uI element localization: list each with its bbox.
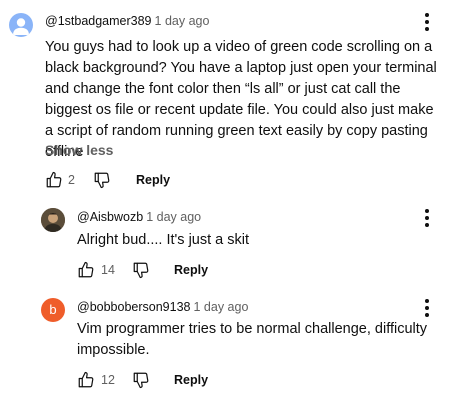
thumbs-down-icon[interactable] bbox=[132, 261, 150, 279]
comment-author[interactable]: @1stbadgamer389 bbox=[45, 14, 152, 28]
person-silhouette-icon bbox=[13, 18, 29, 35]
reply-button[interactable]: Reply bbox=[174, 370, 208, 390]
more-vert-icon[interactable] bbox=[424, 13, 430, 31]
reply-comment: @Aisbwozb 1 day ago Alright bud.... It's … bbox=[0, 200, 452, 290]
avatar[interactable]: b bbox=[41, 298, 65, 322]
comment-header: @1stbadgamer389 1 day ago bbox=[45, 13, 209, 29]
comment-author[interactable]: @bobboberson9138 bbox=[77, 300, 190, 314]
thumbs-up-icon[interactable] bbox=[77, 371, 95, 389]
avatar[interactable] bbox=[41, 208, 65, 232]
comment-header: @bobboberson9138 1 day ago bbox=[77, 299, 248, 315]
comment-text: Alright bud.... It's just a skit bbox=[77, 232, 250, 248]
thumbs-up-icon[interactable] bbox=[77, 261, 95, 279]
like-count: 14 bbox=[101, 263, 115, 277]
comment-timestamp[interactable]: 1 day ago bbox=[146, 210, 201, 224]
comment-actions: 12 Reply bbox=[77, 370, 277, 390]
avatar-photo bbox=[41, 208, 65, 232]
thumbs-down-icon[interactable] bbox=[132, 371, 150, 389]
thumbs-down-icon[interactable] bbox=[93, 171, 111, 189]
comment-thread: @1stbadgamer389 1 day ago You guys had to… bbox=[0, 0, 452, 200]
comment-actions: 14 Reply bbox=[77, 260, 277, 280]
reply-comment: b @bobboberson9138 1 day ago Vim programm… bbox=[0, 290, 452, 396]
thumbs-up-icon[interactable] bbox=[45, 171, 63, 189]
more-vert-icon[interactable] bbox=[424, 209, 430, 227]
show-less-button[interactable]: Show less bbox=[45, 140, 113, 160]
like-count: 2 bbox=[68, 173, 75, 187]
comment-text: Vim programmer tries to be normal challe… bbox=[77, 321, 428, 358]
more-vert-icon[interactable] bbox=[424, 299, 430, 317]
comment-author[interactable]: @Aisbwozb bbox=[77, 210, 143, 224]
avatar[interactable] bbox=[9, 13, 33, 37]
reply-button[interactable]: Reply bbox=[174, 260, 208, 280]
reply-button[interactable]: Reply bbox=[136, 170, 170, 190]
comment-header: @Aisbwozb 1 day ago bbox=[77, 209, 201, 225]
comment-timestamp[interactable]: 1 day ago bbox=[155, 14, 210, 28]
like-count: 12 bbox=[101, 373, 115, 387]
comment-timestamp[interactable]: 1 day ago bbox=[193, 300, 248, 314]
comment-actions: 2 Reply bbox=[45, 170, 245, 190]
